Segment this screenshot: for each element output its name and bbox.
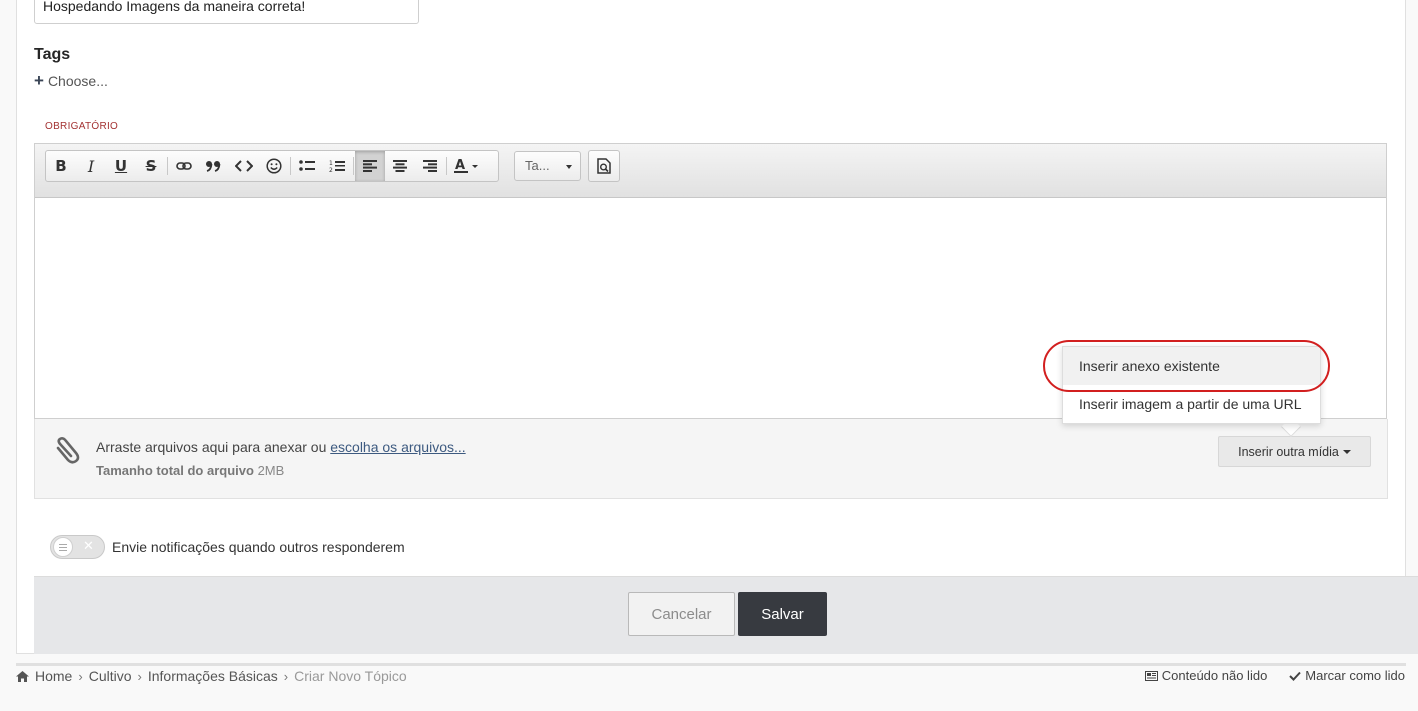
attachment-drop-text: Arraste arquivos aqui para anexar ou esc… [96, 439, 466, 455]
toolbar-divider [290, 157, 291, 175]
insert-media-label: Inserir outra mídia [1238, 444, 1339, 459]
footer-divider [16, 663, 1406, 666]
insert-media-button[interactable]: Inserir outra mídia [1218, 436, 1371, 467]
notify-label: Envie notificações quando outros respond… [112, 539, 405, 555]
text-color-button[interactable]: A [448, 151, 486, 181]
numbered-list-button[interactable]: 12 [322, 151, 352, 181]
choose-files-link[interactable]: escolha os arquivos... [330, 439, 465, 455]
plus-icon: + [34, 71, 44, 90]
font-size-select[interactable]: Ta... [514, 151, 581, 181]
post-form-panel: Hospedando Imagens da maneira correta! T… [16, 0, 1418, 654]
svg-text:1: 1 [329, 160, 333, 167]
unread-content-link[interactable]: Conteúdo não lido [1144, 668, 1268, 683]
toolbar-divider [353, 157, 354, 175]
breadcrumb-current: Criar Novo Tópico [294, 668, 407, 684]
chevron-down-icon [566, 165, 572, 169]
check-icon [1289, 671, 1302, 681]
notify-toggle[interactable]: ✕ [50, 535, 105, 559]
toggle-knob [53, 537, 73, 557]
chevron-right-icon: › [78, 668, 83, 684]
required-label: OBRIGATÓRIO [45, 121, 119, 132]
breadcrumb: Home › Cultivo › Informações Básicas › C… [16, 668, 407, 684]
breadcrumb-home[interactable]: Home [35, 668, 72, 684]
link-icon [176, 162, 192, 170]
emoji-button[interactable] [259, 151, 289, 181]
tags-label: Tags [34, 46, 71, 63]
paperclip-icon [56, 437, 80, 464]
attachment-size-info: Tamanho total do arquivo 2MB [96, 463, 284, 478]
toolbar-divider [167, 157, 168, 175]
align-center-icon [393, 160, 407, 172]
link-button[interactable] [169, 151, 199, 181]
chevron-right-icon: › [137, 668, 142, 684]
bullet-list-icon [299, 160, 315, 171]
code-icon [235, 160, 253, 172]
breadcrumb-cultivo[interactable]: Cultivo [89, 668, 132, 684]
text-color-icon: A [454, 158, 478, 173]
form-actions-bar: Cancelar Salvar [34, 576, 1418, 654]
svg-text:2: 2 [329, 167, 333, 173]
mark-read-link[interactable]: Marcar como lido [1289, 668, 1405, 683]
breadcrumb-info-basicas[interactable]: Informações Básicas [148, 668, 278, 684]
newspaper-icon [1144, 670, 1158, 681]
chevron-right-icon: › [283, 668, 289, 684]
mark-read-label: Marcar como lido [1305, 668, 1405, 683]
tags-choose-link[interactable]: + Choose... [34, 71, 108, 90]
align-center-button[interactable] [385, 151, 415, 181]
topic-title-input[interactable]: Hospedando Imagens da maneira correta! [34, 0, 419, 24]
tags-choose-text: Choose... [47, 73, 108, 89]
menu-item-insert-image-url[interactable]: Inserir imagem a partir de uma URL [1063, 385, 1320, 423]
editor-toolbar: B I U S 1 2 A Ta... [35, 144, 1386, 198]
code-button[interactable] [229, 151, 259, 181]
quote-icon [206, 161, 221, 172]
cancel-button[interactable]: Cancelar [628, 592, 735, 636]
menu-item-insert-existing-attachment[interactable]: Inserir anexo existente [1063, 347, 1320, 385]
toolbar-preview-group [588, 150, 620, 182]
align-right-button[interactable] [415, 151, 445, 181]
align-right-icon [423, 160, 437, 172]
preview-button[interactable] [589, 151, 619, 181]
insert-media-menu: Inserir anexo existente Inserir imagem a… [1062, 346, 1321, 424]
bold-button[interactable]: B [46, 151, 76, 181]
unread-content-label: Conteúdo não lido [1161, 668, 1268, 683]
smiley-icon [266, 158, 282, 174]
preview-icon [597, 158, 611, 174]
align-left-icon [363, 160, 377, 172]
footer-links: Conteúdo não lido Marcar como lido [1144, 668, 1405, 683]
strikethrough-button[interactable]: S [136, 151, 166, 181]
size-label: Tamanho total do arquivo [96, 463, 254, 478]
toolbar-main-group: B I U S 1 2 A [45, 150, 499, 182]
font-size-value: Ta... [525, 158, 550, 173]
drop-instruction: Arraste arquivos aqui para anexar ou [96, 439, 327, 455]
save-button[interactable]: Salvar [738, 592, 827, 636]
close-icon: ✕ [83, 538, 94, 553]
svg-text:A: A [455, 158, 465, 173]
numbered-list-icon: 12 [329, 160, 345, 173]
size-value: 2MB [257, 463, 285, 478]
italic-button[interactable]: I [76, 151, 106, 181]
underline-button[interactable]: U [106, 151, 136, 181]
toolbar-divider [446, 157, 447, 175]
bullet-list-button[interactable] [292, 151, 322, 181]
caret-down-icon [1342, 449, 1351, 454]
attachment-area: Arraste arquivos aqui para anexar ou esc… [34, 419, 1388, 499]
quote-button[interactable] [199, 151, 229, 181]
home-icon [16, 670, 29, 682]
align-left-button[interactable] [355, 151, 385, 181]
